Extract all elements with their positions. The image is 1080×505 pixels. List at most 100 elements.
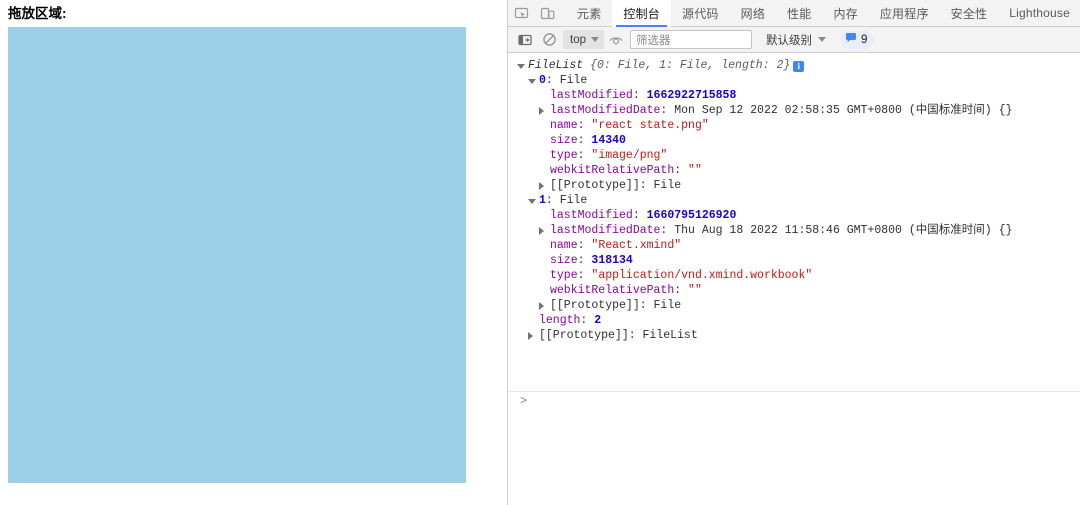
- console-line-text: lastModified: 1660795126920: [550, 208, 736, 223]
- console-token: :: [578, 239, 592, 252]
- console-token: 318134: [591, 254, 632, 267]
- console-output-area[interactable]: FileList {0: File, 1: File, length: 2}i0…: [508, 53, 1080, 505]
- console-token: "": [688, 284, 702, 297]
- console-token: "application/vnd.xmind.workbook": [591, 269, 812, 282]
- tab-1[interactable]: 控制台: [612, 0, 671, 27]
- expand-triangle-icon[interactable]: [539, 182, 544, 190]
- console-token: webkitRelativePath: [550, 164, 674, 177]
- expand-triangle-icon[interactable]: [539, 227, 544, 235]
- console-filter-input[interactable]: 筛选器: [630, 30, 752, 49]
- console-toolbar: top 筛选器 默认级别 9: [508, 27, 1080, 53]
- tab-label: 控制台: [623, 5, 660, 22]
- console-token: [[Prototype]]: [550, 299, 640, 312]
- collapse-triangle-icon[interactable]: [517, 64, 525, 69]
- tab-6[interactable]: 应用程序: [869, 0, 940, 27]
- console-token: "React.xmind": [591, 239, 681, 252]
- devtools-tab-list: 元素 控制台 源代码 网络性能内存 应用程序 安全性 Lighthouse: [566, 0, 1080, 27]
- console-token: type: [550, 149, 578, 162]
- console-line: webkitRelativePath: "": [508, 163, 1080, 178]
- tab-label: Lighthouse: [1009, 6, 1070, 20]
- console-token: :: [578, 254, 592, 267]
- devtools-tabbar: 元素 控制台 源代码 网络性能内存 应用程序 安全性 Lighthouse: [508, 0, 1080, 27]
- console-token: :: [674, 284, 688, 297]
- console-line: lastModified: 1662922715858: [508, 88, 1080, 103]
- console-line: type: "image/png": [508, 148, 1080, 163]
- console-line-text: size: 14340: [550, 133, 626, 148]
- console-token: name: [550, 239, 578, 252]
- console-line-text: lastModifiedDate: Mon Sep 12 2022 02:58:…: [550, 103, 1012, 118]
- tab-label: 安全性: [951, 5, 988, 22]
- tab-label: 源代码: [682, 5, 719, 22]
- tab-4[interactable]: 性能: [776, 0, 822, 27]
- console-token: : FileList: [629, 329, 698, 342]
- expand-triangle-icon[interactable]: [539, 107, 544, 115]
- console-token: :: [633, 209, 647, 222]
- console-line: size: 318134: [508, 253, 1080, 268]
- console-token: 1662922715858: [647, 89, 737, 102]
- console-token: :: [674, 164, 688, 177]
- console-line-text: [[Prototype]]: File: [550, 298, 681, 313]
- expand-triangle-icon[interactable]: [539, 302, 544, 310]
- console-token: "image/png": [591, 149, 667, 162]
- chevron-down-icon: [818, 37, 826, 42]
- execution-context-dropdown[interactable]: top: [563, 30, 604, 49]
- console-line-text: lastModified: 1662922715858: [550, 88, 736, 103]
- inspect-element-icon[interactable]: [508, 0, 534, 26]
- info-icon[interactable]: i: [793, 61, 804, 72]
- console-line-text: name: "React.xmind": [550, 238, 681, 253]
- web-page-pane: 拖放区域:: [0, 0, 507, 505]
- clear-console-icon[interactable]: [537, 29, 561, 51]
- drop-zone[interactable]: [8, 27, 466, 483]
- log-level-dropdown[interactable]: 默认级别: [766, 32, 826, 48]
- console-line: lastModifiedDate: Thu Aug 18 2022 11:58:…: [508, 223, 1080, 238]
- collapse-triangle-icon[interactable]: [528, 79, 536, 84]
- console-line: [[Prototype]]: FileList: [508, 328, 1080, 343]
- execution-context-value: top: [570, 34, 586, 46]
- tab-8[interactable]: Lighthouse: [998, 0, 1080, 27]
- console-line: name: "react state.png": [508, 118, 1080, 133]
- live-expression-eye-icon[interactable]: [604, 29, 628, 51]
- console-token: 14340: [591, 134, 626, 147]
- console-token: : File: [640, 299, 681, 312]
- speech-bubble-icon: [845, 32, 857, 47]
- device-toolbar-icon[interactable]: [534, 0, 560, 26]
- console-token: size: [550, 134, 578, 147]
- tab-3[interactable]: 网络: [730, 0, 776, 27]
- console-token: :: [578, 134, 592, 147]
- tab-5[interactable]: 内存: [822, 0, 868, 27]
- console-line-text: webkitRelativePath: "": [550, 163, 702, 178]
- console-token: 1660795126920: [647, 209, 737, 222]
- expand-triangle-icon[interactable]: [528, 332, 533, 340]
- tab-0[interactable]: 元素: [566, 0, 612, 27]
- tab-label: 网络: [741, 5, 765, 22]
- console-message-list: FileList {0: File, 1: File, length: 2}i0…: [508, 58, 1080, 343]
- console-line: [[Prototype]]: File: [508, 298, 1080, 313]
- collapse-triangle-icon[interactable]: [528, 199, 536, 204]
- console-line-text: [[Prototype]]: File: [550, 178, 681, 193]
- console-token: size: [550, 254, 578, 267]
- tab-7[interactable]: 安全性: [940, 0, 999, 27]
- console-token: {0: File, 1: File, length: 2}: [590, 59, 790, 72]
- console-token: : Mon Sep 12 2022 02:58:35 GMT+0800 (中国标…: [660, 104, 1012, 117]
- console-token: 2: [594, 314, 601, 327]
- console-line: lastModifiedDate: Mon Sep 12 2022 02:58:…: [508, 103, 1080, 118]
- sidebar-toggle-icon[interactable]: [513, 29, 537, 51]
- console-token: lastModified: [550, 89, 633, 102]
- console-line: [[Prototype]]: File: [508, 178, 1080, 193]
- console-line-text: FileList {0: File, 1: File, length: 2}i: [528, 58, 804, 73]
- log-level-value: 默认级别: [766, 32, 812, 48]
- tab-label: 应用程序: [880, 5, 929, 22]
- tab-label: 内存: [833, 5, 857, 22]
- console-token: "react state.png": [591, 119, 708, 132]
- console-prompt-caret: >: [520, 394, 527, 409]
- message-count-badge[interactable]: 9: [840, 31, 874, 49]
- tab-label: 元素: [577, 5, 601, 22]
- console-line: 0: File: [508, 73, 1080, 88]
- console-line-text: lastModifiedDate: Thu Aug 18 2022 11:58:…: [550, 223, 1012, 238]
- console-token: length: [539, 314, 580, 327]
- console-line-text: length: 2: [539, 313, 601, 328]
- tab-2[interactable]: 源代码: [671, 0, 730, 27]
- console-token: : File: [546, 194, 587, 207]
- console-token: 0: [539, 74, 546, 87]
- console-token: [[Prototype]]: [550, 179, 640, 192]
